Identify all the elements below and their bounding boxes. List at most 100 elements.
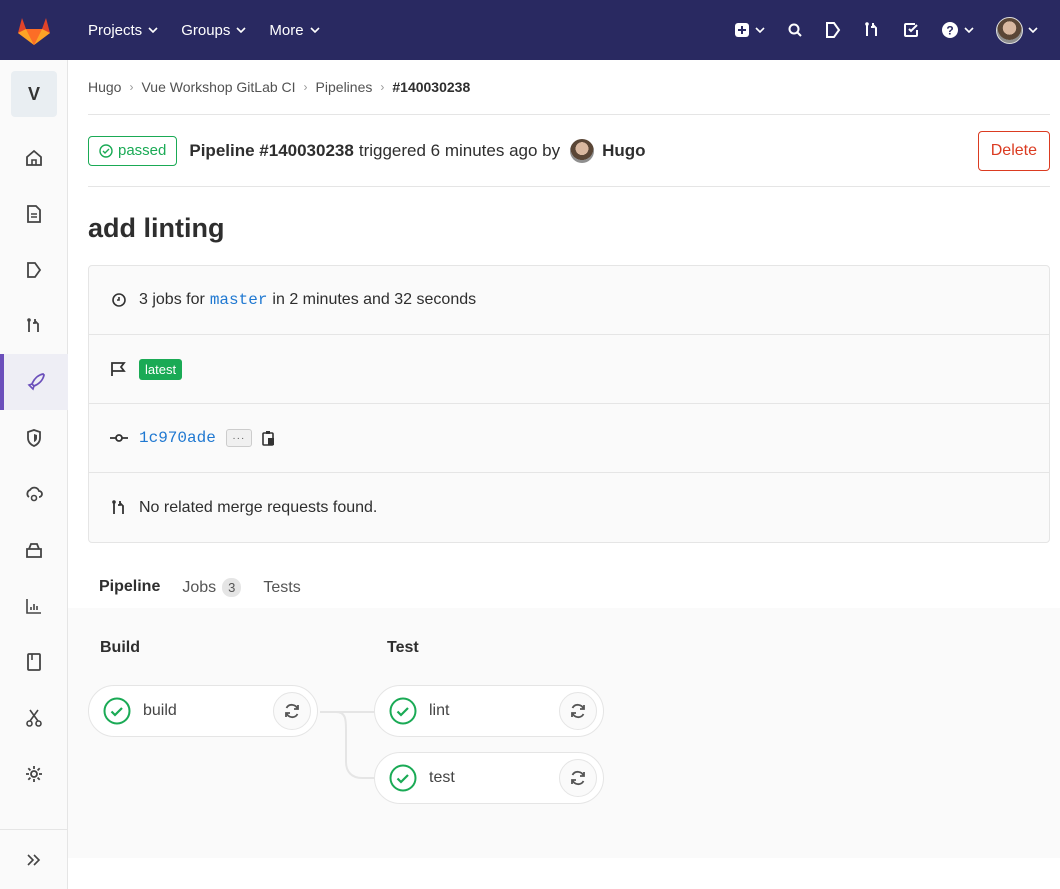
- sidebar-collapse-button[interactable]: [0, 829, 68, 889]
- breadcrumb-current[interactable]: #140030238: [392, 79, 470, 95]
- package-icon: [26, 543, 42, 558]
- retry-icon: [285, 703, 299, 719]
- issues-button[interactable]: [825, 21, 841, 39]
- tab-jobs-label: Jobs: [182, 578, 217, 596]
- jobs-summary-suffix: in 2 minutes and 32 seconds: [272, 291, 477, 308]
- breadcrumb-item-pipelines[interactable]: Pipelines: [316, 79, 373, 95]
- triggered-text: triggered 6 minutes ago by: [358, 140, 561, 160]
- sidebar-item-merge-requests[interactable]: [0, 298, 68, 354]
- breadcrumb-item-project[interactable]: Vue Workshop GitLab CI: [141, 79, 295, 95]
- pipeline-info-box: 3 jobs for master in 2 minutes and 32 se…: [88, 265, 1050, 543]
- breadcrumb-separator: ›: [380, 80, 385, 94]
- clipboard-icon: [262, 431, 274, 446]
- job-build[interactable]: build: [88, 685, 318, 737]
- sidebar-item-repository[interactable]: [0, 186, 68, 242]
- search-button[interactable]: [787, 22, 803, 38]
- breadcrumb-separator: ›: [303, 80, 308, 94]
- tab-jobs[interactable]: Jobs 3: [171, 563, 252, 613]
- nav-projects[interactable]: Projects: [88, 22, 158, 39]
- sidebar-item-security[interactable]: [0, 410, 68, 466]
- delete-button[interactable]: Delete: [977, 130, 1050, 171]
- plus-square-icon: [735, 23, 749, 37]
- retry-icon: [571, 770, 585, 786]
- status-success-icon: [389, 697, 417, 725]
- sidebar-item-ci-cd[interactable]: [0, 354, 68, 410]
- jobs-summary-row: 3 jobs for master in 2 minutes and 32 se…: [89, 266, 1049, 335]
- merge-request-icon: [112, 499, 124, 514]
- job-name: test: [429, 769, 455, 786]
- status-badge-label: passed: [118, 142, 167, 159]
- status-badge[interactable]: passed: [88, 135, 178, 166]
- latest-badge: latest: [139, 358, 183, 380]
- retry-button[interactable]: [273, 692, 311, 730]
- chevron-down-icon: [755, 27, 765, 33]
- chevron-down-icon: [964, 27, 974, 33]
- todo-icon: [904, 23, 918, 37]
- merge-requests-row: No related merge requests found.: [89, 473, 1049, 542]
- sidebar-item-wiki[interactable]: [0, 634, 68, 690]
- analytics-icon: [26, 599, 41, 614]
- help-icon: ?: [942, 22, 958, 38]
- help-button[interactable]: ?: [941, 21, 974, 39]
- labels-row: latest: [89, 335, 1049, 404]
- job-lint[interactable]: lint: [374, 685, 604, 737]
- settings-icon: [26, 766, 42, 782]
- new-dropdown-button[interactable]: [734, 22, 765, 38]
- issues-icon: [27, 262, 42, 278]
- clock-icon: [112, 293, 126, 307]
- breadcrumb-separator: ›: [129, 80, 134, 94]
- nav-groups[interactable]: Groups: [181, 22, 246, 39]
- flag-icon: [111, 362, 126, 376]
- sidebar-item-analytics[interactable]: [0, 578, 68, 634]
- todos-button[interactable]: [903, 22, 919, 38]
- nav-projects-label: Projects: [88, 21, 143, 39]
- author-name[interactable]: Hugo: [602, 141, 645, 161]
- sidebar-item-project-overview[interactable]: [0, 130, 68, 186]
- author-avatar[interactable]: [570, 138, 595, 163]
- status-success-icon: [103, 697, 131, 725]
- nav-groups-label: Groups: [181, 21, 231, 39]
- nav-more[interactable]: More: [269, 22, 320, 39]
- no-merge-requests-text: No related merge requests found.: [139, 498, 378, 516]
- commit-row: 1c970ade ···: [89, 404, 1049, 473]
- tab-tests-label: Tests: [263, 578, 301, 596]
- user-avatar: [996, 16, 1023, 44]
- gitlab-logo[interactable]: [0, 0, 68, 60]
- retry-button[interactable]: [559, 759, 597, 797]
- tab-tests[interactable]: Tests: [252, 563, 311, 613]
- svg-text:?: ?: [946, 24, 953, 38]
- tab-pipeline[interactable]: Pipeline: [88, 563, 172, 613]
- chevron-down-icon: [310, 27, 320, 33]
- pipeline-tabs: Pipeline Jobs 3 Tests: [88, 563, 1050, 613]
- sidebar-item-operations[interactable]: [0, 466, 68, 522]
- top-navbar: Projects Groups More ?: [0, 0, 1060, 60]
- job-name: build: [143, 702, 177, 719]
- check-circle-icon: [99, 143, 113, 158]
- issues-icon: [826, 22, 841, 38]
- copy-sha-button[interactable]: [262, 430, 276, 446]
- repository-icon: [27, 205, 41, 223]
- search-icon: [788, 23, 802, 37]
- commit-sha-link[interactable]: 1c970ade: [139, 429, 216, 447]
- breadcrumb-item-hugo[interactable]: Hugo: [88, 79, 121, 95]
- chevron-down-icon: [1028, 27, 1038, 33]
- double-chevron-right-icon: [27, 853, 41, 866]
- sidebar-item-packages[interactable]: [0, 522, 68, 578]
- user-menu[interactable]: [996, 16, 1038, 44]
- expand-commit-message-button[interactable]: ···: [225, 429, 252, 447]
- merge-requests-button[interactable]: [863, 21, 881, 39]
- status-success-icon: [389, 764, 417, 792]
- rocket-icon: [27, 373, 45, 391]
- retry-button[interactable]: [559, 692, 597, 730]
- sidebar-item-snippets[interactable]: [0, 690, 68, 746]
- job-name: lint: [429, 702, 450, 719]
- sidebar-item-settings[interactable]: [0, 746, 68, 802]
- sidebar-item-issues[interactable]: [0, 242, 68, 298]
- project-avatar[interactable]: V: [11, 71, 57, 117]
- chevron-down-icon: [148, 27, 158, 33]
- merge-request-icon: [27, 318, 39, 332]
- gitlab-tanuki-icon: [18, 18, 50, 45]
- job-test[interactable]: test: [374, 752, 604, 804]
- tab-pipeline-label: Pipeline: [99, 577, 161, 595]
- branch-link[interactable]: master: [210, 291, 268, 309]
